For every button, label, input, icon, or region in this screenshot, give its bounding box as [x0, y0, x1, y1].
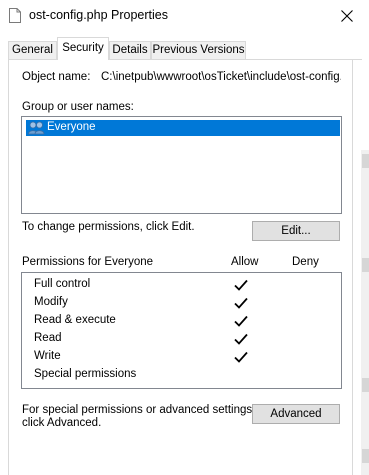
object-name-label: Object name: [22, 71, 91, 83]
permission-name: Modify [34, 296, 68, 308]
allow-check-icon [234, 315, 248, 330]
close-button[interactable] [332, 2, 362, 30]
tab-strip: General Security Details Previous Versio… [0, 37, 369, 60]
permissions-header: Permissions for Everyone [22, 256, 154, 268]
deny-column-label: Deny [292, 256, 319, 268]
allow-check-icon [234, 333, 248, 348]
permission-name: Write [34, 350, 61, 362]
change-permissions-text: To change permissions, click Edit. [22, 221, 195, 233]
background-window-edge [361, 150, 369, 475]
file-icon [9, 8, 21, 23]
permission-row: Special permissions [34, 368, 334, 386]
tab-details[interactable]: Details [109, 41, 151, 59]
advanced-text-line2: click Advanced. [22, 417, 102, 429]
allow-check-icon [234, 351, 248, 366]
background-window-mark [362, 154, 369, 168]
allow-check-icon [234, 279, 248, 294]
tab-panel-right-border [352, 59, 353, 475]
permissions-list: Full control Modify Read & execute Read … [21, 272, 342, 389]
list-item-label: Everyone [47, 121, 96, 133]
background-window-mark [362, 449, 369, 463]
title-bar: ost-config.php Properties [0, 0, 369, 32]
close-icon [341, 10, 353, 22]
tab-panel-left-border [8, 59, 9, 475]
group-names-label: Group or user names: [22, 101, 134, 113]
advanced-text-line1: For special permissions or advanced sett… [22, 404, 256, 416]
tab-general[interactable]: General [8, 41, 57, 59]
background-window-mark [362, 378, 369, 392]
permission-row: Full control [34, 278, 334, 296]
permission-row: Read [34, 332, 334, 350]
group-names-list[interactable]: Everyone [21, 116, 342, 214]
permission-row: Write [34, 350, 334, 368]
allow-check-icon [234, 297, 248, 312]
object-name-value: C:\inetpub\wwwroot\osTicket\include\ost-… [101, 71, 341, 83]
permission-name: Special permissions [34, 368, 137, 380]
list-item-everyone[interactable]: Everyone [26, 120, 340, 136]
allow-column-label: Allow [231, 256, 259, 268]
permission-row: Modify [34, 296, 334, 314]
permission-row: Read & execute [34, 314, 334, 332]
edit-button[interactable]: Edit... [252, 221, 340, 241]
users-group-icon [28, 121, 45, 138]
window-title: ost-config.php Properties [29, 8, 168, 22]
permission-name: Read & execute [34, 314, 116, 326]
permission-name: Read [34, 332, 62, 344]
tab-security[interactable]: Security [57, 37, 109, 60]
permission-name: Full control [34, 278, 91, 290]
advanced-button[interactable]: Advanced [252, 404, 340, 424]
background-window-mark [362, 258, 369, 272]
tab-previous-versions[interactable]: Previous Versions [151, 41, 246, 59]
